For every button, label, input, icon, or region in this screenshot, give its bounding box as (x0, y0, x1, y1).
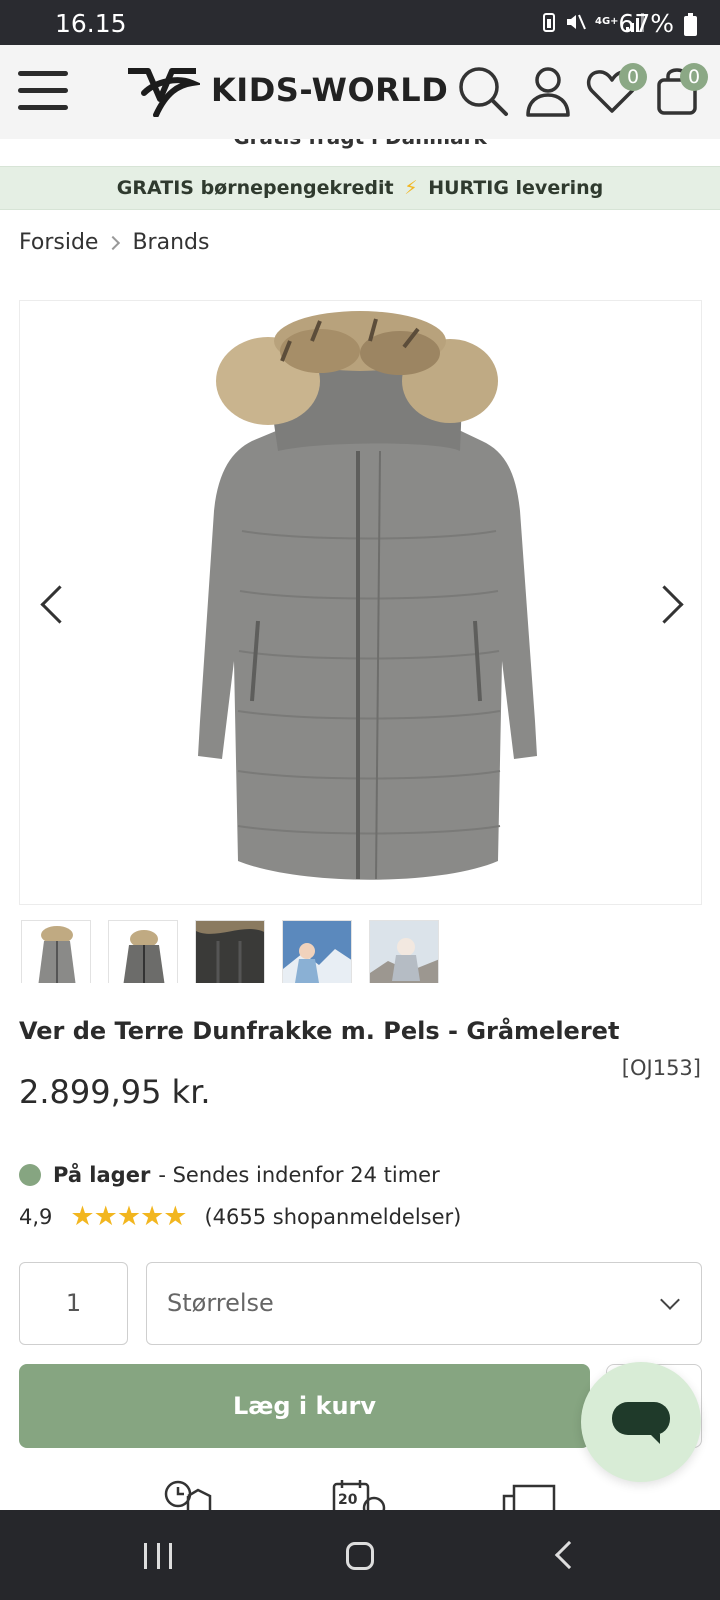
shipping-banner: Gratis fragt i Danmark (0, 139, 720, 166)
stock-note: - Sendes indenfor 24 timer (158, 1163, 440, 1187)
battery-saver-icon (543, 12, 555, 32)
product-image-gallery[interactable] (19, 300, 702, 905)
site-header: KIDS-WORLD 0 0 (0, 45, 720, 139)
stock-status: På lager - Sendes indenfor 24 timer (19, 1163, 440, 1187)
breadcrumb-home-link[interactable]: Forside (19, 230, 98, 255)
breadcrumb: Forside Brands (19, 230, 209, 255)
status-time: 16.15 (55, 9, 127, 38)
mute-icon (564, 12, 586, 32)
status-bar: 16.15 4G+ 67% (0, 0, 720, 45)
add-to-cart-button[interactable]: Læg i kurv (19, 1364, 590, 1448)
calendar-number: 20 (338, 1492, 358, 1508)
recent-apps-button[interactable] (144, 1543, 172, 1569)
product-title: Ver de Terre Dunfrakke m. Pels - Gråmele… (19, 1017, 620, 1045)
review-count[interactable]: (4655 shopanmeldelser) (204, 1205, 461, 1229)
rating[interactable]: 4,9 ★★★★★ (4655 shopanmeldelser) (19, 1201, 461, 1232)
cart-count-badge: 0 (680, 63, 708, 91)
in-stock-dot-icon (19, 1164, 41, 1186)
menu-button[interactable] (18, 69, 68, 113)
product-price: 2.899,95 kr. (19, 1073, 211, 1111)
promo-bar: GRATIS børnepengekredit ⚡ HURTIG leverin… (0, 166, 720, 210)
product-image (198, 311, 537, 880)
battery-percent: 67% (618, 9, 674, 38)
battery-icon (684, 13, 697, 36)
rating-score: 4,9 (19, 1204, 53, 1229)
promo-right-text: HURTIG levering (428, 177, 604, 199)
thumbnail-strip (21, 920, 439, 983)
delivery-truck-icon (500, 1478, 556, 1512)
search-icon[interactable] (456, 63, 512, 119)
thumbnail-5[interactable] (369, 920, 439, 983)
logo-text[interactable]: KIDS-WORLD (211, 71, 448, 109)
home-button[interactable] (346, 1542, 374, 1570)
system-nav-bar (0, 1510, 720, 1600)
thumbnail-4[interactable] (282, 920, 352, 983)
quantity-input[interactable]: 1 (19, 1262, 128, 1345)
breadcrumb-brands-link[interactable]: Brands (132, 230, 209, 255)
stock-label: På lager (53, 1163, 151, 1187)
back-button[interactable] (554, 1540, 584, 1570)
chevron-down-icon (660, 1290, 680, 1310)
product-sku: [OJ153] (621, 1056, 701, 1080)
thumbnail-1[interactable] (21, 920, 91, 983)
network-type: 4G+ (595, 16, 619, 27)
promo-left-text: GRATIS børnepengekredit (116, 177, 394, 199)
lightning-icon: ⚡ (404, 177, 418, 199)
calendar-icon: 20 (332, 1478, 388, 1512)
wishlist-count-badge: 0 (619, 63, 647, 91)
gallery-next-button[interactable] (649, 583, 689, 623)
gallery-prev-button[interactable] (32, 583, 72, 623)
thumbnail-2[interactable] (108, 920, 178, 983)
size-select-placeholder: Størrelse (167, 1289, 274, 1317)
chevron-right-icon (106, 235, 121, 250)
usp-row: 20 (0, 1478, 720, 1512)
logo-icon[interactable] (126, 63, 204, 118)
chat-icon (612, 1402, 670, 1444)
clock-box-icon (162, 1478, 218, 1512)
size-select[interactable]: Størrelse (146, 1262, 702, 1345)
shipping-text: Gratis fragt i Danmark (0, 139, 720, 149)
account-icon[interactable] (520, 63, 576, 119)
star-rating-icon: ★★★★★ (70, 1201, 187, 1232)
chat-button[interactable] (581, 1362, 701, 1482)
thumbnail-3[interactable] (195, 920, 265, 983)
